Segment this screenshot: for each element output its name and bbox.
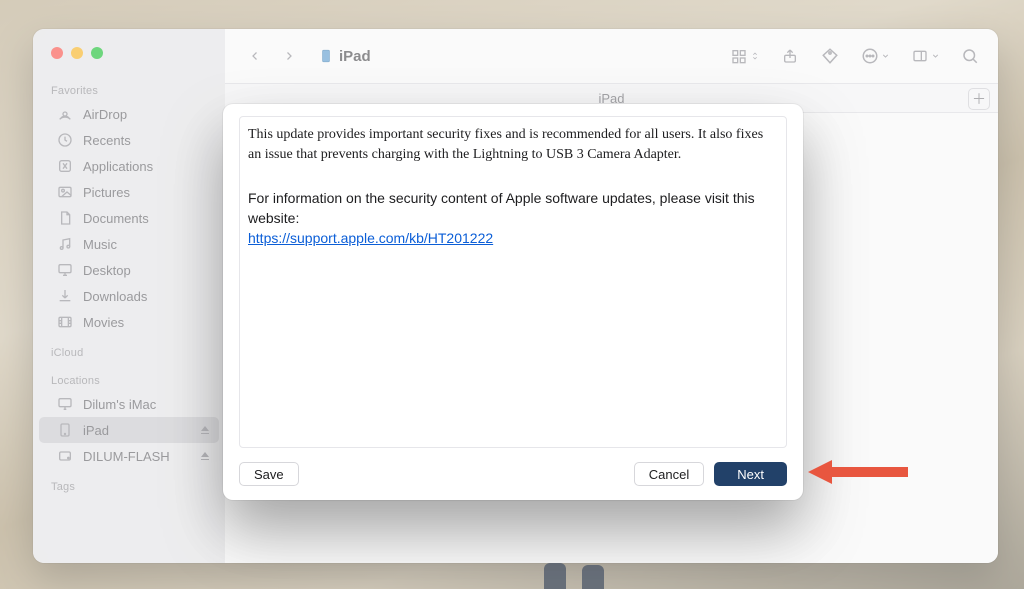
sidebar-item-label: Recents (83, 133, 131, 148)
sidebar-item-pictures[interactable]: Pictures (39, 179, 219, 205)
close-icon[interactable] (51, 47, 63, 59)
sidebar-item-label: Dilum's iMac (83, 397, 156, 412)
drive-icon (57, 448, 73, 464)
desktop-icon (57, 262, 73, 278)
sidebar-item-label: Desktop (83, 263, 131, 278)
sidebar-item-imac[interactable]: Dilum's iMac (39, 391, 219, 417)
sidebar-section-locations: Locations (33, 363, 225, 391)
sidebar-item-airdrop[interactable]: AirDrop (39, 101, 219, 127)
music-icon (57, 236, 73, 252)
sidebar-item-recents[interactable]: Recents (39, 127, 219, 153)
ipad-icon (319, 47, 333, 65)
clock-icon (57, 132, 73, 148)
eject-icon[interactable] (199, 424, 211, 436)
tags-button[interactable] (818, 45, 842, 67)
update-description: This update provides important security … (248, 125, 776, 166)
update-info-text: For information on the security content … (248, 188, 776, 229)
minimize-icon[interactable] (71, 47, 83, 59)
sidebar-item-label: DILUM-FLASH (83, 449, 170, 464)
next-button[interactable]: Next (714, 462, 787, 486)
security-link[interactable]: https://support.apple.com/kb/HT201222 (248, 230, 493, 246)
cancel-button[interactable]: Cancel (634, 462, 704, 486)
save-button[interactable]: Save (239, 462, 299, 486)
doc-icon (57, 210, 73, 226)
back-button[interactable] (241, 44, 269, 68)
annotation-arrow (808, 458, 908, 486)
wallpaper-detail (540, 563, 608, 589)
download-icon (57, 288, 73, 304)
toolbar: iPad (225, 29, 998, 83)
sidebar-section-favorites: Favorites (33, 73, 225, 101)
sidebar-item-downloads[interactable]: Downloads (39, 283, 219, 309)
share-button[interactable] (778, 45, 802, 67)
search-button[interactable] (958, 45, 982, 67)
actions-button[interactable] (858, 45, 892, 67)
sidebar: Favorites AirDrop Recents Applications P… (33, 29, 225, 563)
sidebar-item-label: Applications (83, 159, 153, 174)
sidebar-section-icloud: iCloud (33, 335, 225, 363)
sidebar-item-desktop[interactable]: Desktop (39, 257, 219, 283)
sidebar-item-label: Music (83, 237, 117, 252)
toolbar-title: iPad (319, 47, 371, 65)
modal-button-row: Save Cancel Next (239, 448, 787, 486)
sidebar-item-documents[interactable]: Documents (39, 205, 219, 231)
app-icon (57, 158, 73, 174)
sidebar-item-label: AirDrop (83, 107, 127, 122)
sidebar-item-movies[interactable]: Movies (39, 309, 219, 335)
sidebar-section-tags: Tags (33, 469, 225, 497)
movie-icon (57, 314, 73, 330)
sidebar-item-label: Documents (83, 211, 149, 226)
update-notes[interactable]: This update provides important security … (239, 116, 787, 448)
sidebar-item-dilum-flash[interactable]: DILUM-FLASH (39, 443, 219, 469)
sidebar-item-applications[interactable]: Applications (39, 153, 219, 179)
imac-icon (57, 396, 73, 412)
panel-button[interactable] (908, 45, 942, 67)
ipad-icon (57, 422, 73, 438)
window-title: iPad (339, 48, 371, 65)
eject-icon[interactable] (199, 450, 211, 462)
forward-button[interactable] (275, 44, 303, 68)
sidebar-item-label: Pictures (83, 185, 130, 200)
sidebar-item-label: Movies (83, 315, 124, 330)
sidebar-item-label: Downloads (83, 289, 147, 304)
new-tab-button[interactable]: ＋ (968, 88, 990, 110)
airdrop-icon (57, 106, 73, 122)
image-icon (57, 184, 73, 200)
view-options-button[interactable] (728, 45, 762, 67)
zoom-icon[interactable] (91, 47, 103, 59)
sidebar-item-music[interactable]: Music (39, 231, 219, 257)
sidebar-item-ipad[interactable]: iPad (39, 417, 219, 443)
sidebar-item-label: iPad (83, 423, 109, 438)
window-traffic-lights[interactable] (33, 41, 225, 73)
update-modal: This update provides important security … (223, 104, 803, 500)
